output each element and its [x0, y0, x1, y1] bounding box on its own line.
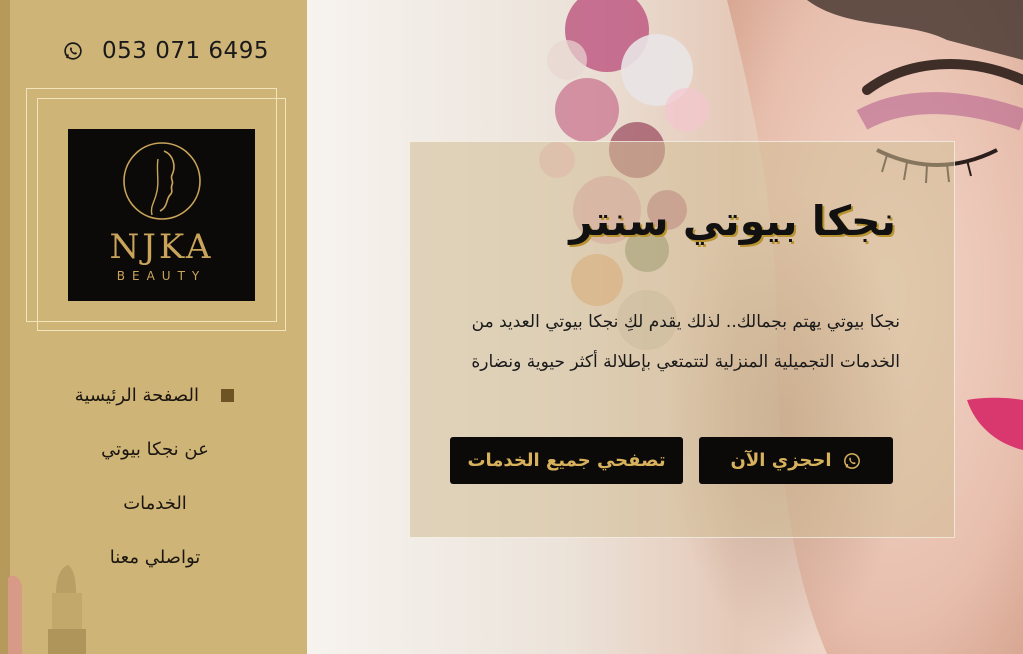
hero-title: نجكا بيوتي سنتر	[569, 197, 896, 245]
whatsapp-icon	[64, 42, 82, 60]
nav-item-label: الصفحة الرئيسية	[74, 384, 199, 406]
book-now-button[interactable]: احجزي الآن	[699, 437, 893, 484]
logo-name: NJKA	[109, 227, 214, 267]
phone-link[interactable]: 053 071 6495	[62, 34, 269, 68]
nav-item-about[interactable]: عن نجكا بيوتي	[40, 422, 270, 476]
nav-item-label: الخدمات	[123, 492, 187, 514]
hero-description: نجكا بيوتي يهتم بجمالك.. لذلك يقدم لكِ ن…	[471, 312, 900, 372]
main-nav: الصفحة الرئيسية عن نجكا بيوتي الخدمات تو…	[40, 368, 270, 584]
logo-tagline: BEAUTY	[116, 269, 207, 283]
nav-item-services[interactable]: الخدمات	[40, 476, 270, 530]
nav-item-home[interactable]: الصفحة الرئيسية	[40, 368, 270, 422]
sidebar-edge	[0, 0, 10, 654]
page: 053 071 6495 NJKA BEAUTY الصفحة الرئيسية…	[0, 0, 1023, 654]
browse-services-label: تصفحي جميع الخدمات	[467, 450, 666, 471]
nav-item-label: عن نجكا بيوتي	[101, 438, 209, 460]
face-silhouette-icon	[123, 142, 201, 220]
sidebar: 053 071 6495 NJKA BEAUTY الصفحة الرئيسية…	[0, 0, 307, 654]
book-now-label: احجزي الآن	[730, 450, 832, 471]
logo[interactable]: NJKA BEAUTY	[68, 129, 255, 301]
lipstick-decoration-secondary	[8, 575, 22, 654]
hero-content-card: نجكا بيوتي سنتر نجكا بيوتي يهتم بجمالك..…	[409, 141, 955, 538]
whatsapp-icon	[843, 452, 860, 469]
nav-item-label: تواصلي معنا	[109, 546, 201, 568]
phone-number[interactable]: 053 071 6495	[102, 38, 269, 64]
lipstick-decoration	[48, 565, 86, 654]
browse-services-button[interactable]: تصفحي جميع الخدمات	[450, 437, 683, 484]
active-bullet-icon	[221, 388, 234, 402]
